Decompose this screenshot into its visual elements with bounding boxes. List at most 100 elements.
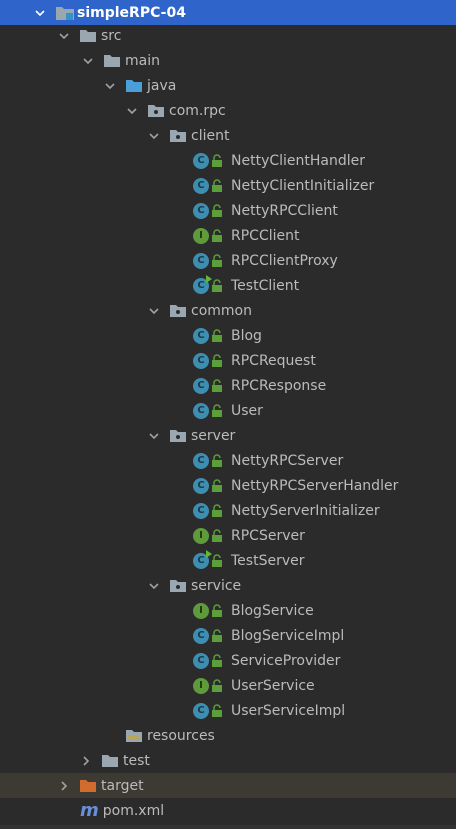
tree-item-server[interactable]: server	[0, 423, 456, 448]
package-icon	[170, 304, 186, 317]
tree-item-label: client	[191, 127, 230, 144]
scrollbar-track[interactable]	[0, 825, 456, 829]
tree-item-runnable-class[interactable]: C TestClient	[0, 273, 456, 298]
tree-item-class[interactable]: C RPCClientProxy	[0, 248, 456, 273]
chevron-down-icon[interactable]	[58, 30, 70, 42]
tree-item-label: src	[101, 27, 122, 44]
tree-item-src[interactable]: src	[0, 23, 456, 48]
tree-item-package[interactable]: com.rpc	[0, 98, 456, 123]
tree-item-service[interactable]: service	[0, 573, 456, 598]
tree-item-label: main	[125, 52, 160, 69]
tree-item-label: Blog	[231, 327, 262, 344]
chevron-right-icon[interactable]	[80, 755, 92, 767]
class-icon: C	[193, 627, 209, 644]
folder-icon	[104, 54, 120, 67]
lock-icon	[211, 453, 223, 468]
tree-item-class[interactable]: C NettyRPCClient	[0, 198, 456, 223]
tree-item-class[interactable]: C ServiceProvider	[0, 648, 456, 673]
tree-item-label: com.rpc	[169, 102, 226, 119]
project-root-row[interactable]: simpleRPC-04	[0, 0, 456, 25]
lock-icon	[211, 503, 223, 518]
maven-icon: m	[80, 800, 99, 821]
tree-item-label: resources	[147, 727, 215, 744]
lock-icon	[211, 203, 223, 218]
tree-item-runnable-class[interactable]: C TestServer	[0, 548, 456, 573]
resources-folder-icon	[126, 729, 142, 742]
class-letter: C	[197, 555, 205, 566]
lock-icon	[211, 678, 223, 693]
tree-item-class[interactable]: C NettyClientInitializer	[0, 173, 456, 198]
class-icon: C	[193, 452, 209, 469]
tree-item-main[interactable]: main	[0, 48, 456, 73]
lock-icon	[211, 153, 223, 168]
tree-item-label: common	[191, 302, 252, 319]
tree-item-label: test	[123, 752, 150, 769]
chevron-down-icon[interactable]	[148, 580, 160, 592]
chevron-down-icon[interactable]	[126, 105, 138, 117]
chevron-down-icon[interactable]	[104, 80, 116, 92]
class-icon: C	[193, 652, 209, 669]
tree-item-target[interactable]: target	[0, 773, 456, 798]
tree-item-class[interactable]: C UserServiceImpl	[0, 698, 456, 723]
class-icon: C	[193, 252, 209, 269]
lock-icon	[211, 178, 223, 193]
chevron-down-icon[interactable]	[148, 305, 160, 317]
runnable-class-icon: C	[193, 549, 212, 569]
tree-item-common[interactable]: common	[0, 298, 456, 323]
tree-item-interface[interactable]: I BlogService	[0, 598, 456, 623]
chevron-down-icon[interactable]	[148, 430, 160, 442]
tree-item-test[interactable]: test	[0, 748, 456, 773]
tree-item-interface[interactable]: I UserService	[0, 673, 456, 698]
tree-item-label: pom.xml	[102, 802, 165, 819]
class-icon: C	[193, 152, 209, 169]
lock-icon	[211, 328, 223, 343]
tree-item-interface[interactable]: I RPCServer	[0, 523, 456, 548]
tree-item-label: TestServer	[231, 552, 305, 569]
tree-item-label: RPCClient	[231, 227, 300, 244]
chevron-down-icon[interactable]	[34, 7, 46, 19]
interface-icon: I	[193, 677, 209, 694]
tree-item-pom[interactable]: m pom.xml	[0, 798, 456, 823]
runnable-class-icon: C	[193, 274, 212, 294]
tree-item-class[interactable]: C Blog	[0, 323, 456, 348]
tree-item-label: server	[191, 427, 236, 444]
tree-item-class[interactable]: C NettyRPCServerHandler	[0, 473, 456, 498]
lock-icon	[211, 553, 223, 568]
chevron-down-icon[interactable]	[148, 130, 160, 142]
tree-item-class[interactable]: C RPCRequest	[0, 348, 456, 373]
tree-item-class[interactable]: C NettyServerInitializer	[0, 498, 456, 523]
class-icon: C	[193, 477, 209, 494]
tree-item-interface[interactable]: I RPCClient	[0, 223, 456, 248]
tree-item-label: NettyServerInitializer	[231, 502, 380, 519]
tree-item-class[interactable]: C User	[0, 398, 456, 423]
class-icon: C	[193, 502, 209, 519]
tree-item-label: ServiceProvider	[231, 652, 341, 669]
tree-item-class[interactable]: C RPCResponse	[0, 373, 456, 398]
tree-item-client[interactable]: client	[0, 123, 456, 148]
tree-item-label: service	[191, 577, 242, 594]
tree-item-label: java	[147, 77, 177, 94]
tree-item-label: RPCRequest	[231, 352, 316, 369]
tree-item-class[interactable]: C BlogServiceImpl	[0, 623, 456, 648]
tree-item-label: NettyClientInitializer	[231, 177, 375, 194]
class-icon: C	[193, 177, 209, 194]
module-folder-icon	[56, 6, 74, 20]
tree-item-class[interactable]: C NettyClientHandler	[0, 148, 456, 173]
tree-item-class[interactable]: C NettyRPCServer	[0, 448, 456, 473]
lock-icon	[211, 278, 223, 293]
lock-icon	[211, 653, 223, 668]
tree-item-label: UserService	[231, 677, 315, 694]
interface-icon: I	[193, 527, 209, 544]
package-icon	[170, 429, 186, 442]
tree-item-label: NettyRPCServerHandler	[231, 477, 399, 494]
package-icon	[170, 129, 186, 142]
class-icon: C	[193, 202, 209, 219]
tree-item-java[interactable]: java	[0, 73, 456, 98]
source-folder-icon	[126, 79, 142, 92]
lock-icon	[211, 228, 223, 243]
chevron-right-icon[interactable]	[58, 780, 70, 792]
chevron-down-icon[interactable]	[82, 55, 94, 67]
tree-item-label: NettyClientHandler	[231, 152, 366, 169]
tree-item-resources[interactable]: resources	[0, 723, 456, 748]
class-letter: C	[197, 280, 205, 291]
